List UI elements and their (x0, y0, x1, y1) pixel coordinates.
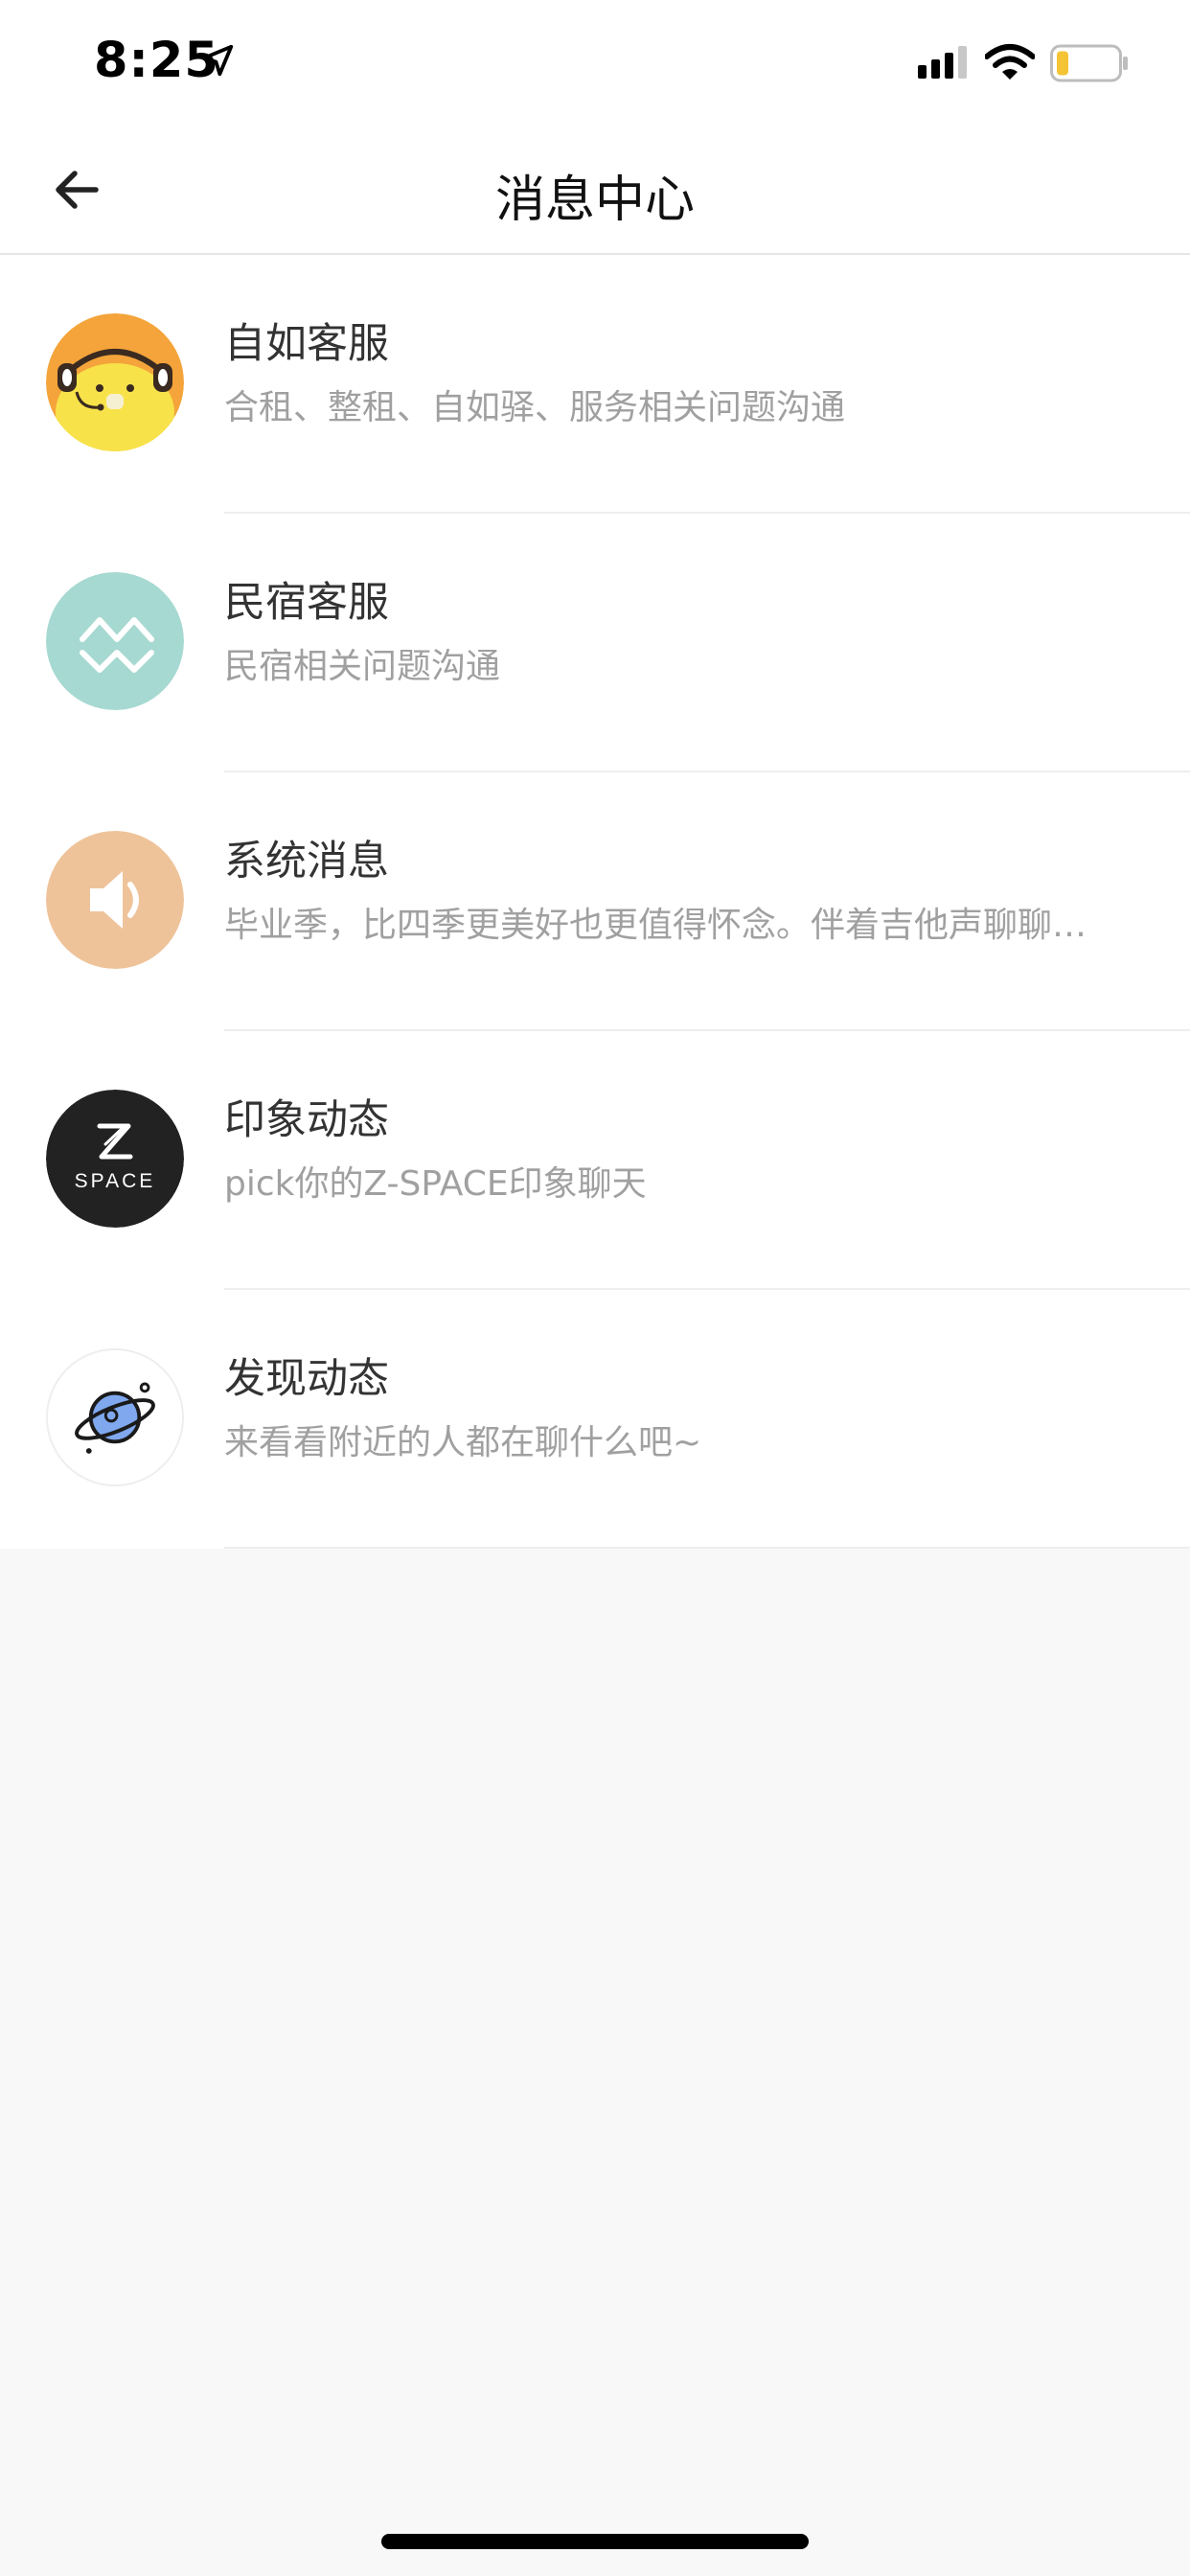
item-title: 民宿客服 (224, 579, 389, 627)
item-title: 发现动态 (224, 1355, 389, 1403)
list-item-minsu-service[interactable]: 民宿客服 民宿相关问题沟通 (0, 514, 1190, 772)
status-bar: 8:25 (0, 0, 1190, 126)
cellular-signal-icon (918, 46, 967, 79)
nav-bar: 消息中心 (0, 126, 1190, 255)
list-item-ziroom-service[interactable]: 自如客服 合租、整租、自如驿、服务相关问题沟通 (0, 255, 1190, 514)
minsu-logo-avatar (46, 572, 184, 710)
home-indicator[interactable] (381, 2534, 809, 2549)
item-subtitle: 毕业季，比四季更美好也更值得怀念。伴着吉他声聊聊… (224, 906, 1087, 945)
planet-avatar (46, 1348, 184, 1486)
list-item-impression-feed[interactable]: SPACE 印象动态 pick你的Z-SPACE印象聊天 (0, 1031, 1190, 1290)
item-subtitle: 民宿相关问题沟通 (224, 647, 501, 686)
item-title: 印象动态 (224, 1096, 389, 1144)
speaker-avatar (46, 831, 184, 969)
page-title: 消息中心 (494, 172, 695, 229)
message-list: 自如客服 合租、整租、自如驿、服务相关问题沟通 民宿客服 民宿相关问题沟通 系统… (0, 255, 1190, 1549)
item-title: 自如客服 (224, 320, 389, 368)
z-space-logo-avatar: SPACE (46, 1090, 184, 1228)
item-subtitle: 合租、整租、自如驿、服务相关问题沟通 (224, 388, 846, 427)
list-item-system-messages[interactable]: 系统消息 毕业季，比四季更美好也更值得怀念。伴着吉他声聊聊… (0, 772, 1190, 1031)
location-arrow-icon (201, 44, 234, 77)
z-space-logo-text: SPACE (75, 1170, 156, 1192)
item-title: 系统消息 (224, 838, 389, 886)
list-item-discover-feed[interactable]: 发现动态 来看看附近的人都在聊什么吧~ (0, 1290, 1190, 1549)
wifi-icon (985, 44, 1035, 80)
item-subtitle: pick你的Z-SPACE印象聊天 (224, 1164, 647, 1204)
item-subtitle: 来看看附近的人都在聊什么吧~ (224, 1423, 702, 1462)
bear-headphones-avatar (46, 313, 184, 451)
battery-icon (1050, 44, 1128, 82)
divider (224, 1547, 1190, 1549)
